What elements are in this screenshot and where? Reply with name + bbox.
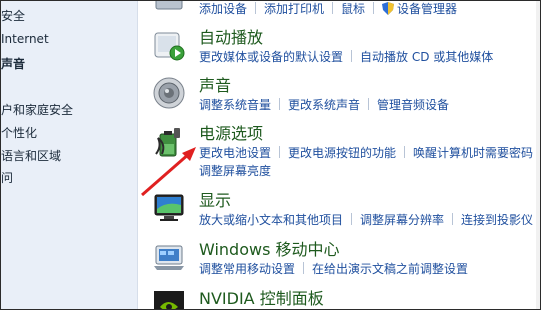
left-nav-pane: 安全 Internet 声音 户和家庭安全 个性化 语言和区域 问 [1,1,138,309]
link-change-default-media-settings[interactable]: 更改媒体或设备的默认设置 [199,50,343,64]
link-adjust-screen-brightness[interactable]: 调整屏幕亮度 [199,164,271,178]
uac-shield-icon [382,2,395,15]
annotation-arrow-icon [141,147,196,197]
left-nav-item-hardware-sound[interactable]: 声音 [1,55,25,72]
sound-title[interactable]: 声音 [199,76,231,96]
nvidia-icon[interactable] [152,289,186,310]
link-adjust-screen-resolution[interactable]: 调整屏幕分辨率 [360,213,444,227]
link-add-printer[interactable]: 添加打印机 [264,2,324,16]
devices-printers-icon [155,1,183,10]
link-make-text-larger-smaller[interactable]: 放大或缩小文本和其他项目 [199,213,343,227]
link-autoplay-cd[interactable]: 自动播放 CD 或其他媒体 [360,50,493,64]
link-device-manager[interactable]: 设备管理器 [397,2,457,16]
left-nav-item-language-region[interactable]: 语言和区域 [1,147,61,164]
autoplay-icon[interactable] [152,28,186,62]
link-add-device[interactable]: 添加设备 [199,2,247,16]
power-options-title[interactable]: 电源选项 [199,124,263,144]
control-panel-window: 安全 Internet 声音 户和家庭安全 个性化 语言和区域 问 添加设备 添加… [0,0,541,310]
link-adjust-settings-before-presentation[interactable]: 在给出演示文稿之前调整设置 [312,262,468,276]
main-pane: 添加设备 添加打印机 鼠标 设备管理器 自动播放 更改媒体或设备的默认设置 自动播放 C… [138,1,540,309]
left-nav-item-ease-of-access[interactable]: 问 [1,169,13,186]
nvidia-title[interactable]: NVIDIA 控制面板 [199,289,324,309]
link-connect-to-projector[interactable]: 连接到投影仪 [461,213,533,227]
mobility-center-title[interactable]: Windows 移动中心 [199,240,340,260]
link-change-battery-settings[interactable]: 更改电池设置 [199,146,271,160]
link-manage-audio-devices[interactable]: 管理音频设备 [377,98,449,112]
link-adjust-system-volume[interactable]: 调整系统音量 [199,98,271,112]
autoplay-title[interactable]: 自动播放 [199,28,263,48]
link-require-password-on-wakeup[interactable]: 唤醒计算机时需要密码 [413,146,533,160]
mobility-center-icon[interactable] [152,240,186,274]
link-adjust-common-mobility-settings[interactable]: 调整常用移动设置 [199,262,295,276]
left-nav-item-user-accounts[interactable]: 户和家庭安全 [1,101,73,118]
scrollbar-track[interactable] [536,1,540,309]
left-nav-item-personalization[interactable]: 个性化 [1,124,37,141]
left-nav-item-internet[interactable]: Internet [1,32,49,46]
link-change-power-button[interactable]: 更改电源按钮的功能 [288,146,396,160]
link-change-system-sounds[interactable]: 更改系统声音 [288,98,360,112]
link-mouse[interactable]: 鼠标 [341,2,365,16]
left-nav-item-security[interactable]: 安全 [1,7,25,24]
speaker-icon[interactable] [152,76,186,110]
